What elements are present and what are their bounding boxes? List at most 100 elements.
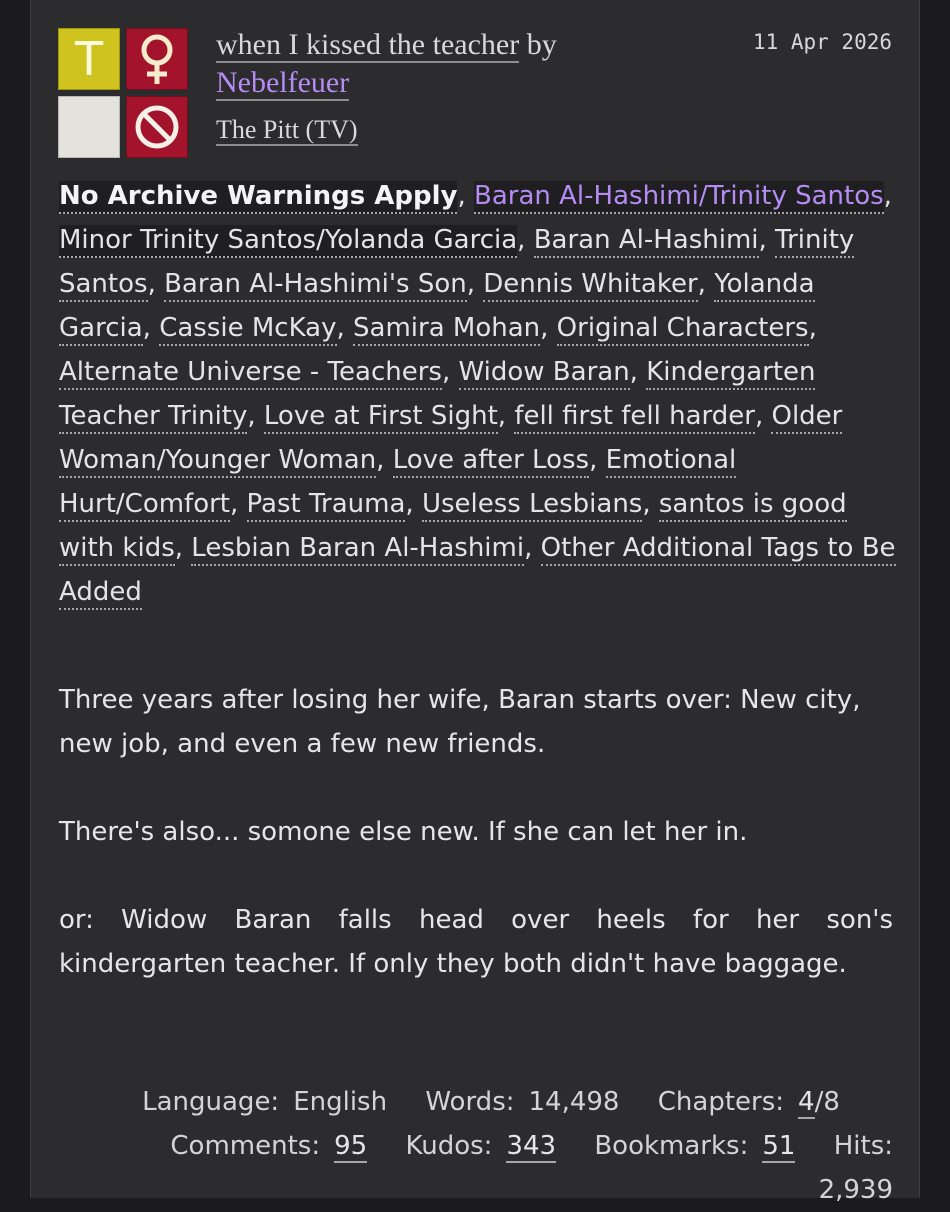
tag-item: Widow Baran, [458,357,647,390]
tag-separator: , [524,533,541,563]
hits-label: Hits: [833,1131,893,1161]
chapters-value: 4/8 [798,1087,840,1119]
tag-item: Past Trauma, [246,489,422,522]
author-link[interactable]: Nebelfeuer [216,66,350,101]
tag-separator: , [497,401,515,431]
no-entry-icon[interactable] [126,96,188,158]
summary-paragraph: There's also... somone else new. If she … [59,817,748,847]
tag-item: Original Characters, [556,313,817,346]
fandom-heading: The Pitt (TV) [216,115,358,146]
tag-item: Baran Al-Hashimi's Son, [164,269,483,302]
rating-symbol: T [74,32,104,86]
tag-separator: , [629,357,647,387]
tag-separator: , [247,401,264,431]
work-title-link[interactable]: when I kissed the teacher [216,28,520,63]
tag-separator: , [336,313,354,343]
tag-relationship-plain-link[interactable]: Minor Trinity Santos/Yolanda Garcia [59,225,518,258]
tag-warning-link[interactable]: No Archive Warnings Apply [59,181,458,214]
tag-separator: , [697,269,715,299]
tag-freeform-link[interactable]: Useless Lesbians [421,489,643,522]
tag-item: Useless Lesbians, [421,489,659,522]
work-stats: Language: English Words: 14,498 Chapters: 4… [59,1080,893,1212]
by-label: by [526,28,557,61]
tag-item: Dennis Whitaker, [483,269,714,302]
chapters-posted-link[interactable]: 4 [798,1087,815,1119]
tag-item: Lesbian Baran Al-Hashimi, [191,533,540,566]
comments-value: 95 [334,1131,368,1163]
tag-character-link[interactable]: Baran Al-Hashimi [533,225,759,258]
tag-freeform-link[interactable]: Love after Loss [392,445,590,478]
tag-separator: , [174,533,192,563]
tag-character-link[interactable]: Baran Al-Hashimi's Son [164,269,467,302]
tag-character-link[interactable]: Samira Mohan [353,313,541,346]
tag-separator: , [758,225,776,255]
tag-separator: , [147,269,165,299]
kudos-value: 343 [506,1131,557,1163]
work-heading: when I kissed the teacher by Nebelfeuer [216,26,676,102]
tag-separator: , [540,313,557,343]
tag-item: Love at First Sight, [263,401,515,434]
tag-separator: , [642,489,659,519]
language-value: English [293,1087,388,1117]
tag-list: No Archive Warnings Apply, Baran Al-Hash… [59,174,897,614]
chapters-total: /8 [814,1087,840,1117]
no-entry-svg [135,105,179,149]
stats-row: Comments: 95 Kudos: 343 Bookmarks: 51 Hits: [59,1124,893,1168]
tag-freeform-link[interactable]: Lesbian Baran Al-Hashimi [191,533,525,566]
language-label: Language: [142,1087,280,1117]
tag-separator: , [142,313,160,343]
tag-item: Minor Trinity Santos/Yolanda Garcia, [59,225,534,258]
tag-item: Love after Loss, [392,445,606,478]
tag-separator: , [517,225,534,255]
tag-separator: , [457,181,475,211]
tag-character-link[interactable]: Original Characters [556,313,809,346]
chapters-label: Chapters: [657,1087,785,1117]
tag-separator: , [808,313,817,343]
tag-character-link[interactable]: Cassie McKay [159,313,337,346]
tag-item: Samira Mohan, [353,313,557,346]
tag-separator: , [405,489,422,519]
tag-separator: , [376,445,393,475]
fandom-link[interactable]: The Pitt (TV) [216,115,358,146]
bookmarks-value: 51 [762,1131,796,1163]
summary-paragraph: Three years after losing her wife, Baran… [59,685,861,759]
words-label: Words: [425,1087,515,1117]
tag-item: Cassie McKay, [159,313,353,346]
tag-item: Baran Al-Hashimi, [533,225,776,258]
blank-warning-icon[interactable] [58,96,120,158]
tag-separator: , [466,269,484,299]
tag-separator: , [230,489,247,519]
tag-separator: , [883,181,892,211]
tag-separator: , [589,445,606,475]
tag-separator: , [754,401,772,431]
tag-item: Alternate Universe - Teachers, [59,357,459,390]
rating-teen-icon[interactable]: T [58,28,120,90]
bookmarks-label: Bookmarks: [594,1131,749,1161]
hits-value: 2,939 [818,1175,893,1205]
tag-item: Baran Al-Hashimi/Trinity Santos, [474,181,892,214]
tag-freeform-link[interactable]: Alternate Universe - Teachers [59,357,442,390]
comments-label: Comments: [170,1131,321,1161]
female-symbol-icon[interactable] [126,28,188,90]
tag-character-link[interactable]: Dennis Whitaker [483,269,698,302]
tag-freeform-link[interactable]: Past Trauma [246,489,406,522]
tag-freeform-link[interactable]: Love at First Sight [263,401,498,434]
summary: Three years after losing her wife, Baran… [59,678,893,986]
female-symbol-svg [141,34,173,84]
stats-row: 2,939 [59,1168,893,1212]
tag-relationship-link[interactable]: Baran Al-Hashimi/Trinity Santos [474,181,884,214]
tag-freeform-link[interactable]: fell first fell harder [514,401,755,434]
tag-item: No Archive Warnings Apply, [59,181,474,214]
words-value: 14,498 [528,1087,620,1117]
comments-link[interactable]: 95 [334,1131,368,1163]
kudos-link[interactable]: 343 [506,1131,557,1163]
stats-row: Language: English Words: 14,498 Chapters: 4… [59,1080,893,1124]
summary-paragraph: or: Widow Baran falls head over heels fo… [59,905,893,979]
publish-date: 11 Apr 2026 [752,30,892,54]
tag-freeform-link[interactable]: Widow Baran [458,357,630,390]
tag-item: fell first fell harder, [514,401,771,434]
tag-separator: , [441,357,459,387]
work-blurb: T when I kissed the teacher by Nebelfeue… [30,0,920,1205]
bookmarks-link[interactable]: 51 [762,1131,796,1163]
kudos-label: Kudos: [405,1131,493,1161]
